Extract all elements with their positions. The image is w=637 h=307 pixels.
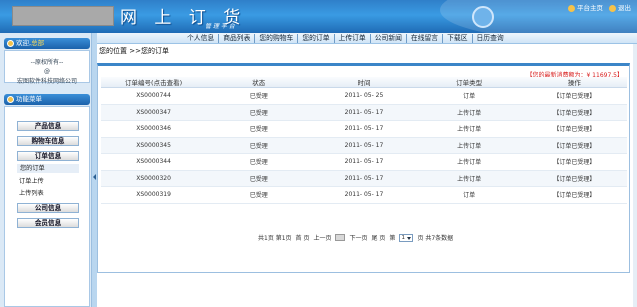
sidebar: 欢迎,总部 --原权所有-- @ 宏图软件科技网络公司 功能菜单 产品信息 购物… xyxy=(0,33,92,307)
order-id-link[interactable]: XS0000344 xyxy=(101,153,207,171)
header-banner: 网 上 订 货 管 理 平 台 平台主页 退出 xyxy=(0,0,637,33)
logout-link[interactable]: 退出 xyxy=(609,2,631,12)
order-status: 已受理 xyxy=(206,87,312,105)
submenu-upload-list[interactable]: 上传列表 xyxy=(19,188,44,197)
nav-calendar[interactable]: 日历查询 xyxy=(473,34,508,43)
order-action[interactable]: 【订单已受理】 xyxy=(521,186,627,204)
page-select[interactable]: 1 xyxy=(399,233,414,242)
function-menu: 产品信息 购物车信息 订单信息 您的订单 订单上传 上传列表 公司信息 会员信息 xyxy=(4,106,90,307)
home-link[interactable]: 平台主页 xyxy=(568,2,603,12)
order-type: 上传订单 xyxy=(416,137,522,154)
col-status: 状态 xyxy=(206,77,312,88)
top-nav: 个人信息 商品列表 您的购物车 您的订单 上传订单 公司新闻 在线留言 下载区 … xyxy=(97,33,637,44)
first-page-link[interactable]: 首 页 xyxy=(296,233,310,242)
top-links: 平台主页 退出 xyxy=(568,2,631,12)
col-time: 时间 xyxy=(311,77,417,88)
order-time: 2011- 05- 25 xyxy=(311,87,417,105)
table-row: XS0000319 已受理 2011- 05- 17 订单 【订单已受理】 xyxy=(101,186,627,204)
table-row: XS0000346 已受理 2011- 05- 17 上传订单 【订单已受理】 xyxy=(101,120,627,138)
col-action: 操作 xyxy=(521,77,627,88)
order-action[interactable]: 【订单已受理】 xyxy=(521,170,627,187)
order-type: 上传订单 xyxy=(416,104,522,121)
breadcrumb: 您的位置 >>您的订单 xyxy=(99,47,169,55)
order-action[interactable]: 【订单已受理】 xyxy=(521,120,627,138)
company-info-box: --原权所有-- @ 宏图软件科技网络公司 xyxy=(4,50,90,85)
next-page-link[interactable]: 下一页 xyxy=(349,233,367,242)
satellite-dish-icon xyxy=(472,6,494,28)
home-icon xyxy=(568,4,575,12)
order-action[interactable]: 【订单已受理】 xyxy=(521,137,627,154)
goto-label: 第 xyxy=(389,235,396,242)
order-status: 已受理 xyxy=(206,104,312,121)
order-type: 上传订单 xyxy=(416,120,522,138)
page-input[interactable] xyxy=(335,234,346,241)
menu-company-info[interactable]: 公司信息 xyxy=(17,203,79,213)
table-row: XS0000744 已受理 2011- 05- 25 订单 【订单已受理】 xyxy=(101,87,627,105)
page-count-label: 页 共7条数据 xyxy=(417,235,454,242)
order-status: 已受理 xyxy=(206,120,312,138)
nav-message[interactable]: 在线留言 xyxy=(407,34,444,43)
table-row: XS0000347 已受理 2011- 05- 17 上传订单 【订单已受理】 xyxy=(101,104,627,121)
order-id-link[interactable]: XS0000319 xyxy=(101,186,207,204)
menu-product-info[interactable]: 产品信息 xyxy=(17,121,79,131)
table-header-row: 订单编号(点击查看) 状态 时间 订单类型 操作 xyxy=(101,77,627,88)
order-type: 上传订单 xyxy=(416,153,522,171)
order-time: 2011- 05- 17 xyxy=(311,186,417,204)
pagination: 共1页 第1页 首 页 上一页 下一页 尾 页 第 1 页 共7条数据 xyxy=(258,233,453,242)
user-icon xyxy=(7,40,14,47)
order-time: 2011- 05- 17 xyxy=(311,120,417,138)
order-time: 2011- 05- 17 xyxy=(311,137,417,154)
nav-product-list[interactable]: 商品列表 xyxy=(219,34,256,43)
right-scroll-edge xyxy=(633,44,637,307)
nav-upload-order[interactable]: 上传订单 xyxy=(335,34,371,43)
order-time: 2011- 05- 17 xyxy=(311,170,417,187)
table-row: XS0000344 已受理 2011- 05- 17 上传订单 【订单已受理】 xyxy=(101,153,627,171)
order-time: 2011- 05- 17 xyxy=(311,104,417,121)
order-type: 上传订单 xyxy=(416,170,522,187)
order-status: 已受理 xyxy=(206,186,312,204)
order-action[interactable]: 【订单已受理】 xyxy=(521,104,627,121)
last-page-link[interactable]: 尾 页 xyxy=(372,233,386,242)
col-order-type: 订单类型 xyxy=(416,77,522,88)
table-row: XS0000320 已受理 2011- 05- 17 上传订单 【订单已受理】 xyxy=(101,170,627,187)
collapse-arrow-icon[interactable] xyxy=(93,174,96,180)
order-type: 订单 xyxy=(416,186,522,204)
order-id-link[interactable]: XS0000347 xyxy=(101,104,207,121)
logo xyxy=(12,6,114,26)
nav-company-news[interactable]: 公司新闻 xyxy=(371,34,407,43)
order-action[interactable]: 【订单已受理】 xyxy=(521,153,627,171)
nav-orders[interactable]: 您的订单 xyxy=(298,34,335,43)
nav-cart[interactable]: 您的购物车 xyxy=(255,34,299,43)
order-id-link[interactable]: XS0000744 xyxy=(101,87,207,105)
submenu-order-upload[interactable]: 订单上传 xyxy=(19,176,44,185)
order-status: 已受理 xyxy=(206,137,312,154)
order-id-link[interactable]: XS0000320 xyxy=(101,170,207,187)
order-action[interactable]: 【订单已受理】 xyxy=(521,87,627,105)
nav-download[interactable]: 下载区 xyxy=(443,34,473,43)
order-status: 已受理 xyxy=(206,170,312,187)
logout-icon xyxy=(609,4,616,12)
nav-personal-info[interactable]: 个人信息 xyxy=(183,34,220,43)
orders-table: 订单编号(点击查看) 状态 时间 订单类型 操作 XS0000744 已受理 2… xyxy=(101,77,627,204)
table-row: XS0000345 已受理 2011- 05- 17 上传订单 【订单已受理】 xyxy=(101,137,627,154)
page-summary: 共1页 第1页 xyxy=(258,235,292,242)
menu-icon xyxy=(7,96,14,103)
order-time: 2011- 05- 17 xyxy=(311,153,417,171)
order-status: 已受理 xyxy=(206,153,312,171)
function-menu-header: 功能菜单 xyxy=(4,94,90,105)
order-id-link[interactable]: XS0000345 xyxy=(101,137,207,154)
main-content: 您的位置 >>您的订单 【您的最新消费额为：¥ 11697.5】 订单编号(点击… xyxy=(97,44,637,307)
col-order-id[interactable]: 订单编号(点击查看) xyxy=(101,77,207,88)
site-subtitle: 管 理 平 台 xyxy=(205,23,235,30)
menu-member-info[interactable]: 会员信息 xyxy=(17,218,79,228)
order-type: 订单 xyxy=(416,87,522,105)
menu-order-info[interactable]: 订单信息 xyxy=(17,151,79,161)
orders-panel: 【您的最新消费额为：¥ 11697.5】 订单编号(点击查看) 状态 时间 订单… xyxy=(97,63,630,273)
menu-cart-info[interactable]: 购物车信息 xyxy=(17,136,79,146)
welcome-header: 欢迎,总部 xyxy=(4,38,90,49)
prev-page-link[interactable]: 上一页 xyxy=(313,233,331,242)
order-id-link[interactable]: XS0000346 xyxy=(101,120,207,138)
submenu-your-orders[interactable]: 您的订单 xyxy=(17,164,79,173)
